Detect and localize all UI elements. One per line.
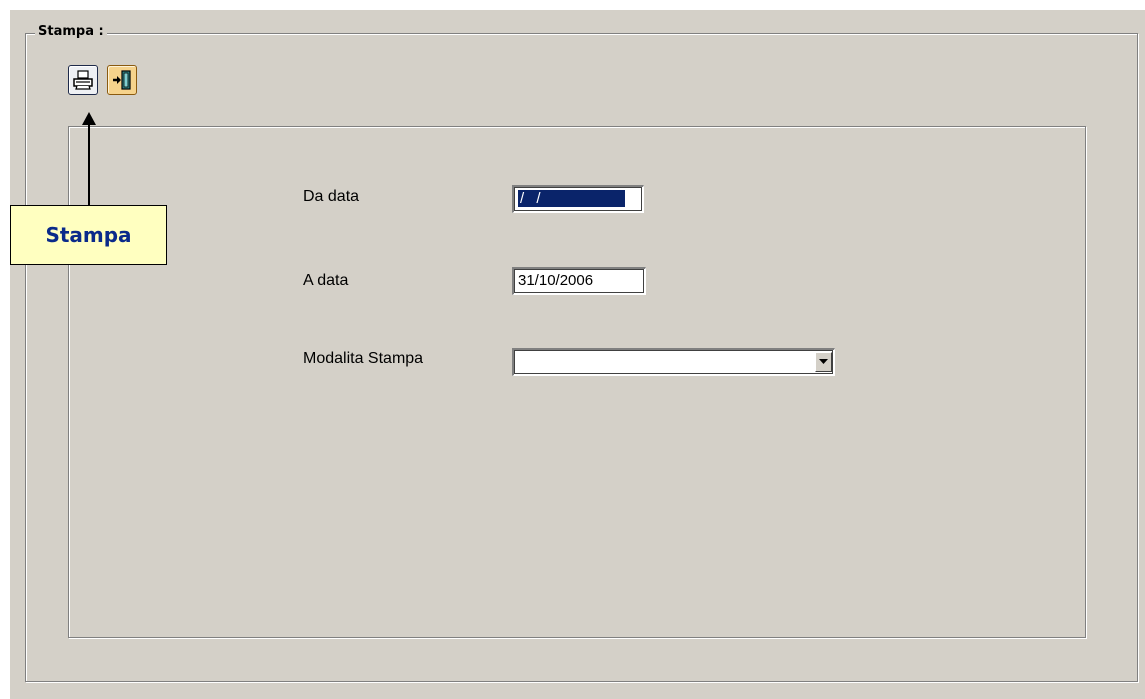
callout-arrow-line [88, 121, 90, 205]
modalita-stampa-label: Modalita Stampa [303, 350, 424, 367]
exit-button[interactable] [107, 65, 137, 95]
a-data-label: A data [303, 272, 349, 289]
da-data-input[interactable]: / / [512, 185, 644, 213]
da-data-label: Da data [303, 188, 360, 205]
group-title: Stampa : [35, 24, 107, 39]
exit-door-icon [113, 70, 131, 90]
modalita-stampa-select[interactable] [512, 348, 835, 376]
da-data-value: / / [518, 190, 625, 207]
callout-label: Stampa [10, 205, 167, 265]
dropdown-button[interactable] [815, 352, 832, 372]
print-window: Stampa : Da data / / A data 31/10/2006 M… [10, 10, 1145, 699]
a-data-input[interactable]: 31/10/2006 [512, 267, 646, 295]
printer-icon [73, 70, 93, 90]
print-button[interactable] [68, 65, 98, 95]
chevron-down-icon [819, 359, 828, 364]
